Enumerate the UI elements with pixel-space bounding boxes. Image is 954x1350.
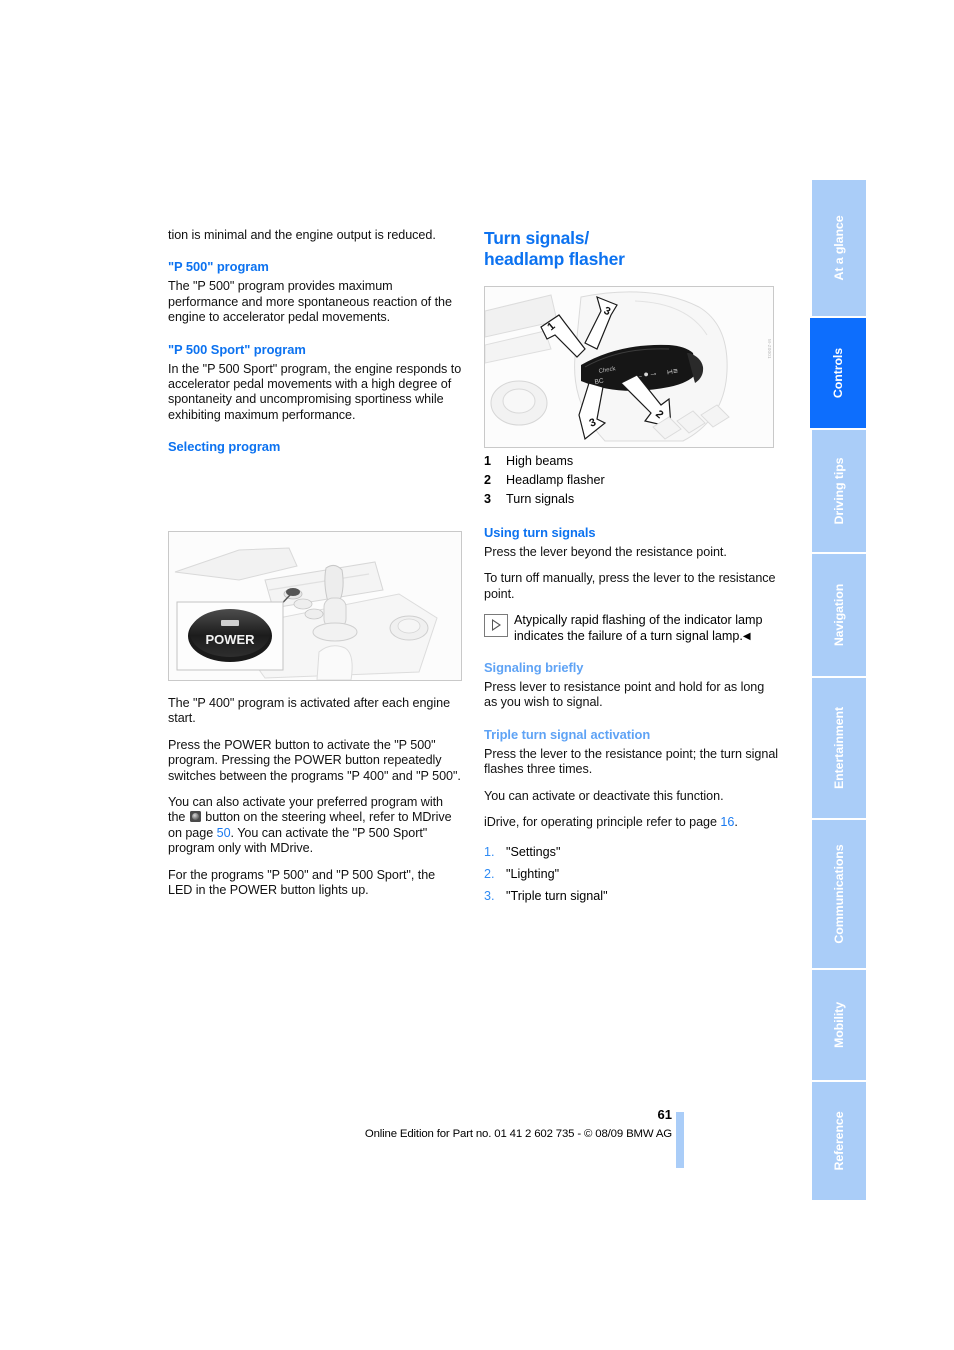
legend-row: 2 Headlamp flasher (484, 471, 778, 490)
legend-row: 1 High beams (484, 452, 778, 471)
page-title-line-2: headlamp flasher (484, 249, 625, 269)
legend-number: 3 (484, 492, 492, 506)
step-number: 1. (484, 845, 495, 860)
idrive-text-after: . (734, 815, 738, 830)
procedure-steps: 1. "Settings" 2. "Lighting" 3. "Triple t… (484, 841, 778, 907)
power-button-label: POWER (205, 632, 255, 647)
heading-selecting-program: Selecting program (168, 439, 281, 455)
legend-label: Headlamp flasher (506, 473, 605, 487)
mdrive-button-icon (189, 811, 201, 823)
step-item: 2. "Lighting" (484, 863, 778, 885)
step-label: "Lighting" (506, 867, 560, 882)
step-number: 2. (484, 867, 495, 882)
legend-number: 2 (484, 473, 492, 487)
legend-number: 1 (484, 454, 492, 468)
sidebar-tab-label: Controls (831, 347, 845, 399)
page-title-line-1: Turn signals/ (484, 228, 590, 248)
step-item: 3. "Triple turn signal" (484, 885, 778, 907)
paragraph-p500-sport-program: In the "P 500 Sport" program, the engine… (168, 361, 462, 422)
note-block: Atypically rapid flashing of the indicat… (484, 613, 778, 644)
sidebar-tab-entertainment[interactable]: Entertainment (812, 678, 866, 818)
left-text-column-lower: The "P 400" program is activated after e… (168, 696, 462, 898)
paragraph-signaling-briefly: Press lever to resistance point and hold… (484, 680, 765, 710)
turn-signal-stalk-illustration: Check BC ←●→ ∺≡ 1 3 3 2 (485, 287, 773, 447)
page-reference-link-50[interactable]: 50 (217, 826, 231, 840)
heading-triple-turn-signal: Triple turn signal activation (484, 726, 651, 742)
page-title: Turn signals/headlamp flasher (484, 228, 778, 270)
heading-p500-sport-program: "P 500 Sport" program (168, 341, 306, 357)
center-console-illustration: POWER (169, 532, 461, 680)
sidebar-tab-driving-tips[interactable]: Driving tips (812, 430, 866, 552)
heading-using-turn-signals: Using turn signals (484, 525, 596, 540)
legend-label: High beams (506, 454, 574, 468)
paragraph-press-lever: Press the lever beyond the resistance po… (484, 545, 727, 559)
step-label: "Settings" (506, 845, 561, 860)
paragraph-power-led: For the programs "P 500" and "P 500 Spor… (168, 867, 436, 898)
sidebar-tab-label: Entertainment (832, 706, 846, 790)
figure-turn-signal-stalk: Check BC ←●→ ∺≡ 1 3 3 2 M-Z0001 (484, 286, 774, 448)
heading-signaling-briefly: Signaling briefly (484, 660, 584, 676)
note-end-marker: ◀ (742, 630, 751, 642)
sidebar-tab-label: Mobility (832, 1001, 846, 1049)
sidebar-tab-label: Navigation (832, 583, 846, 647)
paragraph-idrive-reference: iDrive, for operating principle refer to… (484, 815, 778, 830)
right-text-column-lower: 1 High beams 2 Headlamp flasher 3 Turn s… (484, 452, 778, 907)
idrive-text-before: iDrive, for operating principle refer to… (484, 815, 721, 830)
paragraph-mdrive-activation: You can also activate your preferred pro… (168, 795, 462, 857)
sidebar-tab-communications[interactable]: Communications (812, 820, 866, 968)
paragraph-p500-program: The "P 500" program provides maximum per… (168, 279, 452, 325)
sidebar-tab-label: Communications (832, 844, 846, 944)
footer-edition-text: Online Edition for Part no. 01 41 2 602 … (364, 1128, 672, 1140)
left-text-column: tion is minimal and the engine output is… (168, 228, 462, 459)
paragraph-power-button-use: Press the POWER button to activate the "… (168, 737, 461, 783)
legend-label: Turn signals (506, 492, 575, 506)
sidebar-tab-controls[interactable]: Controls (810, 318, 866, 428)
paragraph-turn-off-manually: To turn off manually, press the lever to… (484, 571, 776, 601)
right-text-column: Turn signals/headlamp flasher (484, 228, 778, 277)
heading-p500-program: "P 500" program (168, 259, 269, 275)
manual-page: tion is minimal and the engine output is… (0, 0, 954, 1350)
legend-row: 3 Turn signals (484, 490, 778, 509)
step-label: "Triple turn signal" (506, 889, 608, 904)
step-item: 1. "Settings" (484, 841, 778, 863)
figure-center-console-power-button: POWER (168, 531, 462, 681)
footer-accent-bar (676, 1112, 684, 1168)
figure-legend: 1 High beams 2 Headlamp flasher 3 Turn s… (484, 452, 778, 509)
sidebar-tab-navigation[interactable]: Navigation (812, 554, 866, 676)
chapter-tab-sidebar: At a glance Controls Driving tips Naviga… (810, 180, 866, 1202)
sidebar-tab-label: Driving tips (832, 457, 846, 525)
sidebar-tab-label: Reference (832, 1111, 846, 1171)
sidebar-tab-reference[interactable]: Reference (812, 1082, 866, 1200)
page-number: 61 (657, 1107, 672, 1122)
figure-id-label: M-Z0001 (767, 339, 772, 359)
note-triangle-icon (484, 614, 508, 638)
paragraph-triple-flash: Press the lever to the resistance point;… (484, 746, 779, 777)
step-number: 3. (484, 889, 495, 904)
sidebar-tab-mobility[interactable]: Mobility (812, 970, 866, 1080)
continued-paragraph: tion is minimal and the engine output is… (168, 228, 436, 242)
sidebar-tab-label: At a glance (832, 215, 846, 281)
page-reference-link-16[interactable]: 16 (720, 815, 734, 829)
paragraph-p400-default: The "P 400" program is activated after e… (168, 696, 451, 726)
sidebar-tab-at-a-glance[interactable]: At a glance (812, 180, 866, 316)
note-text: Atypically rapid flashing of the indicat… (514, 613, 763, 643)
paragraph-activate-deactivate: You can activate or deactivate this func… (484, 788, 724, 803)
